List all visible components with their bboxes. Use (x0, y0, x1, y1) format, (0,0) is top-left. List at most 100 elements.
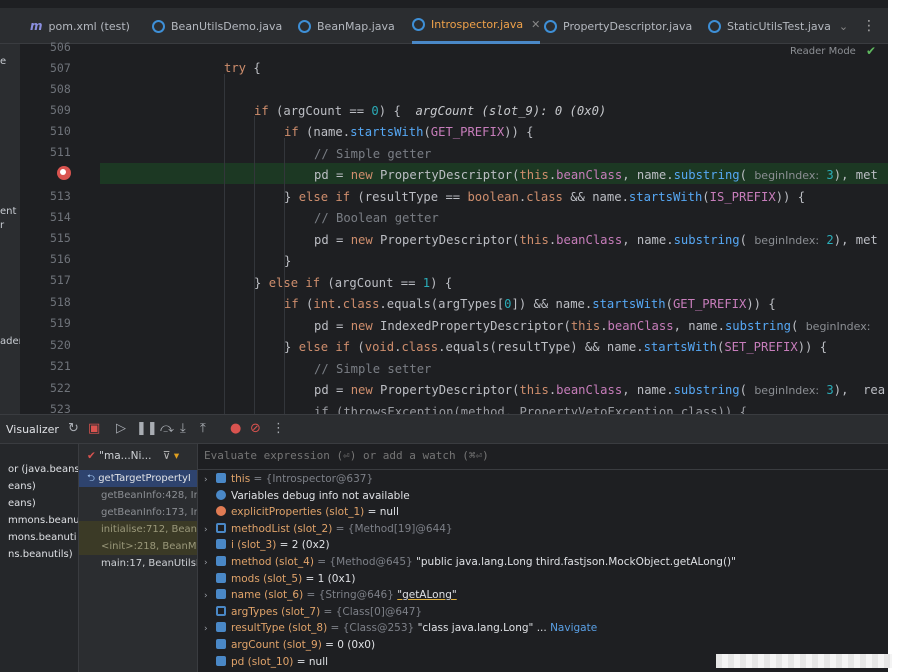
thread-item[interactable]: or (java.beans (8, 464, 80, 475)
class-icon (152, 19, 165, 33)
step-into-icon[interactable]: ⤓ (180, 421, 186, 436)
code-editor[interactable]: try { if (argCount == 0) { argCount (slo… (108, 44, 888, 414)
keyword: int (313, 297, 336, 311)
line-number-gutter[interactable]: 506 507 508 509 510 511 513 514 515 516 … (20, 40, 108, 416)
variable-icon (216, 589, 226, 600)
code-line-510: if (name.startsWith(GET_PREFIX)) { (284, 122, 534, 143)
variable-row[interactable]: argCount (slot_9) = 0 (0x0) (204, 637, 375, 654)
view-breakpoints-icon[interactable]: ● (230, 421, 241, 436)
rerun-icon[interactable]: ↻ (68, 421, 79, 436)
stack-frame[interactable]: main:17, BeanUtilsDe (79, 555, 197, 572)
close-tab-icon[interactable]: ✕ (531, 18, 540, 31)
tab-pom-xml[interactable]: m pom.xml (test) (30, 8, 130, 44)
variable-icon (216, 639, 226, 649)
tab-beanutilsdemo[interactable]: BeanUtilsDemo.java (152, 8, 282, 44)
stack-frame[interactable]: <init>:218, BeanMap (79, 538, 197, 555)
code-text: ), (833, 168, 856, 182)
expand-arrow-icon[interactable]: › (204, 522, 216, 539)
filter-icon[interactable]: ⊽ (163, 450, 171, 462)
parameter-hint: beginIndex: (754, 234, 820, 247)
variable-name: i (slot_3) (231, 539, 277, 552)
expand-arrow-icon[interactable]: › (204, 621, 216, 638)
indent-guide (254, 116, 255, 414)
navigate-link[interactable]: Navigate (550, 622, 597, 634)
number-literal: 3 (819, 168, 834, 182)
stack-frame[interactable]: ⮌ getTargetPropertyI (79, 470, 197, 487)
reader-mode-label[interactable]: Reader Mode (790, 46, 856, 57)
constant: IS_PREFIX (709, 190, 776, 204)
evaluate-expression-bar (198, 444, 888, 470)
expand-arrow-icon[interactable]: › (204, 588, 216, 605)
watermark (716, 654, 892, 668)
stack-frame[interactable]: getBeanInfo:428, In (79, 487, 197, 504)
line-number: 509 (50, 103, 71, 117)
keyword: this (519, 168, 549, 182)
number-literal: 2 (819, 233, 834, 247)
frames-panel: ✔ "ma...Ni... ⊽ ▾ ⮌ getTargetPropertyI g… (78, 444, 198, 672)
keyword: this (570, 319, 601, 333)
code-line-516: } (284, 254, 292, 268)
resume-icon[interactable]: ▷ (116, 421, 126, 436)
code-text: pd = (314, 383, 351, 397)
method-call: substring (673, 233, 740, 247)
code-text: ( (739, 233, 755, 247)
variable-row[interactable]: › this = {Introspector@637} (204, 471, 373, 488)
mute-breakpoints-icon[interactable]: ⊘ (250, 421, 261, 436)
tab-propertydescriptor[interactable]: PropertyDescriptor.java (544, 8, 692, 44)
stack-frame[interactable]: initialise:712, BeanM (79, 521, 197, 538)
indent-guide (224, 74, 225, 414)
code-text: ), met (833, 233, 878, 247)
code-text: met (855, 168, 878, 182)
variable-row[interactable]: › method (slot_4) = {Method@645} "public … (204, 554, 736, 571)
code-line-517: } else if (argCount == 1) { (254, 273, 452, 294)
code-text: PropertyDescriptor( (372, 168, 520, 182)
line-number: 507 (50, 61, 71, 75)
tab-staticutilstest[interactable]: StaticUtilsTest.java ⌄ (708, 8, 848, 44)
more-tabs-icon[interactable]: ⋮ (862, 18, 876, 34)
code-text: , name. (622, 168, 674, 182)
code-text: . (335, 297, 343, 311)
variable-row[interactable]: mods (slot_5) = 1 (0x1) (204, 571, 355, 588)
step-out-icon[interactable]: ⤒ (200, 421, 206, 436)
variable-row[interactable]: › name (slot_6) = {String@646} "getALong" (204, 587, 457, 604)
thread-item[interactable]: ns.beanutils) (8, 549, 73, 560)
step-over-icon[interactable]: ⤼ (160, 421, 174, 436)
debug-panel-title[interactable]: Visualizer (6, 423, 59, 436)
pause-icon[interactable]: ❚❚ (136, 421, 158, 436)
expand-arrow-icon[interactable]: › (204, 555, 216, 572)
variable-row[interactable]: argTypes (slot_7) = {Class[0]@647} (204, 604, 422, 621)
line-number: 513 (50, 189, 71, 203)
field: beanClass (607, 319, 674, 333)
variable-row: Variables debug info not available (204, 488, 410, 505)
thread-item[interactable]: eans) (8, 498, 36, 509)
variable-row[interactable]: › methodList (slot_2) = {Method[19]@644} (204, 521, 453, 538)
thread-item[interactable]: mmons.beanu (8, 515, 80, 526)
frame-label: getTargetPropertyI (98, 473, 191, 484)
variable-name: pd (slot_10) (231, 655, 294, 668)
stack-frame[interactable]: getBeanInfo:173, In (79, 504, 197, 521)
tab-beanmap[interactable]: BeanMap.java (298, 8, 395, 44)
breakpoint-icon[interactable] (57, 166, 71, 180)
variable-row[interactable]: explicitProperties (slot_1) = null (204, 504, 399, 521)
thread-item[interactable]: eans) (8, 481, 36, 492)
thread-selector[interactable]: ✔ "ma...Ni... ⊽ ▾ (87, 450, 179, 462)
stop-icon[interactable]: ▣ (88, 421, 100, 436)
thread-item[interactable]: mons.beanuti (8, 532, 77, 543)
variable-row[interactable]: › resultType (slot_8) = {Class@253} "clas… (204, 620, 597, 637)
variable-row[interactable]: i (slot_3) = 2 (0x2) (204, 537, 330, 554)
keyword: class (401, 340, 439, 354)
expand-arrow-icon[interactable]: › (204, 472, 216, 489)
code-text: ( (298, 297, 314, 311)
code-line-507: try { (224, 58, 261, 79)
variable-name: resultType (slot_8) (231, 622, 328, 635)
keyword: this (519, 233, 549, 247)
code-text: , name. (622, 383, 674, 397)
chevron-down-icon[interactable]: ▾ (174, 450, 179, 462)
tab-introspector[interactable]: Introspector.java ✕ (412, 8, 541, 44)
chevron-down-icon[interactable]: ⌄ (839, 20, 848, 33)
line-number: 515 (50, 231, 71, 245)
variable-row[interactable]: pd (slot_10) = null (204, 654, 328, 671)
more-options-icon[interactable]: ⋮ (272, 421, 285, 436)
code-text: ( (791, 319, 806, 333)
evaluate-expression-input[interactable] (204, 449, 804, 462)
